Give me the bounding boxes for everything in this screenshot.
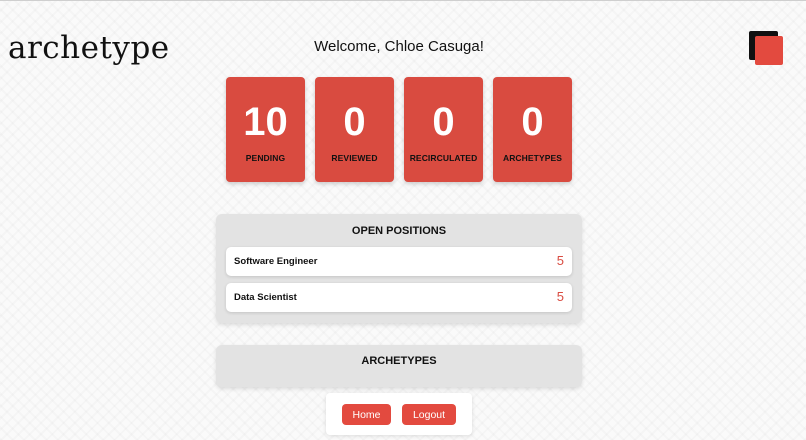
archetypes-title: ARCHETYPES xyxy=(361,355,437,367)
open-positions-panel: OPEN POSITIONS Software Engineer 5 Data … xyxy=(216,214,582,323)
logout-button[interactable]: Logout xyxy=(402,404,456,425)
stat-card-archetypes: 0 ARCHETYPES xyxy=(493,77,572,182)
home-button[interactable]: Home xyxy=(342,404,391,425)
layered-squares-icon[interactable] xyxy=(749,31,785,65)
position-name: Data Scientist xyxy=(234,292,297,303)
position-row-data-scientist[interactable]: Data Scientist 5 xyxy=(226,283,572,312)
position-row-software-engineer[interactable]: Software Engineer 5 xyxy=(226,247,572,276)
position-name: Software Engineer xyxy=(234,256,318,267)
stat-label: PENDING xyxy=(245,153,286,163)
position-count: 5 xyxy=(556,289,564,304)
top-border xyxy=(0,0,806,1)
archetypes-panel: ARCHETYPES xyxy=(216,345,582,387)
stats-row: 10 PENDING 0 REVIEWED 0 RECIRCULATED 0 A… xyxy=(226,77,572,182)
stat-value: 0 xyxy=(432,100,455,144)
stat-label: REVIEWED xyxy=(331,153,378,163)
welcome-message: Welcome, Chloe Casuga! xyxy=(314,38,484,55)
stat-value: 0 xyxy=(343,100,366,144)
position-count: 5 xyxy=(556,253,564,268)
stat-card-pending: 10 PENDING xyxy=(226,77,305,182)
stat-value: 0 xyxy=(521,100,544,144)
open-positions-title: OPEN POSITIONS xyxy=(351,225,447,237)
stat-card-reviewed: 0 REVIEWED xyxy=(315,77,394,182)
stat-label: RECIRCULATED xyxy=(409,153,478,163)
icon-front-square xyxy=(755,36,783,65)
stat-label: ARCHETYPES xyxy=(502,153,563,163)
stat-card-recirculated: 0 RECIRCULATED xyxy=(404,77,483,182)
stat-value: 10 xyxy=(243,100,288,144)
nav-bar: Home Logout xyxy=(326,393,472,435)
